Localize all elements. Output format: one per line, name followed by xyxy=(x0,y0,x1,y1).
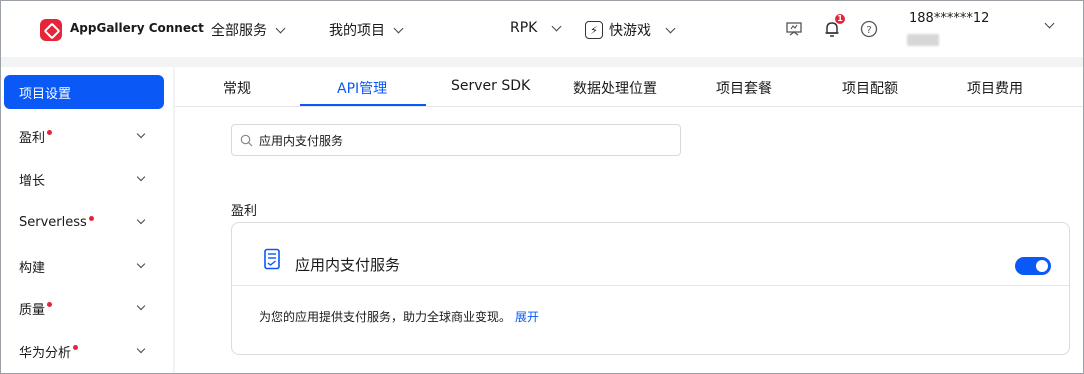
service-description: 为您的应用提供支付服务，助力全球商业变现。 展开 xyxy=(259,308,539,325)
payment-document-icon xyxy=(264,248,280,270)
user-id[interactable]: 188******12 xyxy=(909,11,989,26)
sidebar-item-project-settings[interactable]: 项目设置 xyxy=(4,75,164,109)
chevron-down-icon xyxy=(136,344,146,354)
my-projects-label: 我的项目 xyxy=(329,23,385,39)
chevron-down-icon xyxy=(393,23,404,33)
tab-project-quota[interactable]: 项目配额 xyxy=(842,78,898,98)
tab-general[interactable]: 常规 xyxy=(223,78,251,98)
search-icon xyxy=(240,134,253,146)
my-projects-menu[interactable]: 我的项目 xyxy=(329,20,404,40)
notification-bell-icon[interactable]: 1 xyxy=(822,14,845,39)
tab-project-cost[interactable]: 项目费用 xyxy=(967,78,1023,98)
service-name: 应用内支付服务 xyxy=(295,256,401,274)
tab-data-location[interactable]: 数据处理位置 xyxy=(573,78,657,98)
sidebar-item-label: 华为分析 xyxy=(19,345,72,361)
all-services-menu[interactable]: 全部服务 xyxy=(211,20,286,40)
sidebar: 项目设置 盈利 增长 Serverless 构建 质量 华为分析 xyxy=(1,67,173,373)
sidebar-item-label: 增长 xyxy=(19,173,46,189)
sidebar-item-serverless[interactable]: Serverless xyxy=(4,205,164,239)
chevron-down-icon xyxy=(275,23,286,33)
top-bar: AppGallery Connect 全部服务 我的项目 RPK ⚡ 快游戏 1 xyxy=(1,1,1083,57)
user-account-redacted xyxy=(907,34,939,46)
tab-server-sdk[interactable]: Server SDK xyxy=(451,78,530,94)
chevron-down-icon xyxy=(136,259,146,269)
sidebar-item-label: 盈利 xyxy=(19,130,46,146)
sidebar-item-analytics[interactable]: 华为分析 xyxy=(4,334,164,368)
sidebar-item-label: 项目设置 xyxy=(19,86,72,102)
sidebar-item-quality[interactable]: 质量 xyxy=(4,291,164,325)
notification-badge: 1 xyxy=(835,14,845,24)
active-tab-indicator xyxy=(300,104,426,106)
help-icon[interactable]: ? xyxy=(859,19,879,39)
new-dot-indicator xyxy=(47,129,53,135)
section-title-monetize: 盈利 xyxy=(231,204,258,219)
tab-bar: 常规 API管理 Server SDK 数据处理位置 项目套餐 项目配额 项目费… xyxy=(175,67,1083,107)
service-description-text: 为您的应用提供支付服务，助力全球商业变现。 xyxy=(259,310,512,324)
tab-project-plan[interactable]: 项目套餐 xyxy=(716,78,772,98)
expand-link[interactable]: 展开 xyxy=(515,310,539,324)
chevron-down-icon xyxy=(136,172,146,182)
chevron-down-icon xyxy=(551,21,562,31)
search-box[interactable] xyxy=(231,124,681,156)
service-enable-toggle[interactable] xyxy=(1015,257,1051,275)
sidebar-item-monetize[interactable]: 盈利 xyxy=(4,119,164,153)
new-dot-indicator xyxy=(88,215,94,221)
svg-text:?: ? xyxy=(866,25,871,36)
chevron-down-icon xyxy=(136,301,146,311)
sidebar-item-label: 构建 xyxy=(19,260,46,276)
new-dot-indicator xyxy=(47,301,53,307)
sidebar-item-label: 质量 xyxy=(19,302,46,318)
search-input[interactable] xyxy=(259,133,659,147)
chevron-down-icon xyxy=(665,23,676,33)
account-chevron-down-icon[interactable] xyxy=(1044,18,1055,29)
app-type-label: 快游戏 xyxy=(609,23,651,39)
brand-name[interactable]: AppGallery Connect xyxy=(70,21,204,35)
sidebar-item-label: Serverless xyxy=(19,214,87,230)
main-content: 常规 API管理 Server SDK 数据处理位置 项目套餐 项目配额 项目费… xyxy=(175,67,1083,373)
preview-icon[interactable] xyxy=(784,19,804,39)
rpk-selector[interactable]: RPK xyxy=(510,20,562,36)
chevron-down-icon xyxy=(136,129,146,139)
rpk-label: RPK xyxy=(510,20,538,36)
tab-api-management[interactable]: API管理 xyxy=(337,78,387,98)
appgallery-logo-icon[interactable] xyxy=(40,19,62,41)
sidebar-item-build[interactable]: 构建 xyxy=(4,249,164,283)
sidebar-item-grow[interactable]: 增长 xyxy=(4,162,164,196)
service-card: 应用内支付服务 为您的应用提供支付服务，助力全球商业变现。 展开 xyxy=(231,222,1070,355)
lightning-icon: ⚡ xyxy=(585,21,603,39)
all-services-label: 全部服务 xyxy=(211,23,267,39)
app-type-selector[interactable]: ⚡ 快游戏 xyxy=(585,20,676,40)
new-dot-indicator xyxy=(73,344,79,350)
chevron-down-icon xyxy=(136,215,146,225)
service-card-header: 应用内支付服务 xyxy=(232,223,1069,286)
